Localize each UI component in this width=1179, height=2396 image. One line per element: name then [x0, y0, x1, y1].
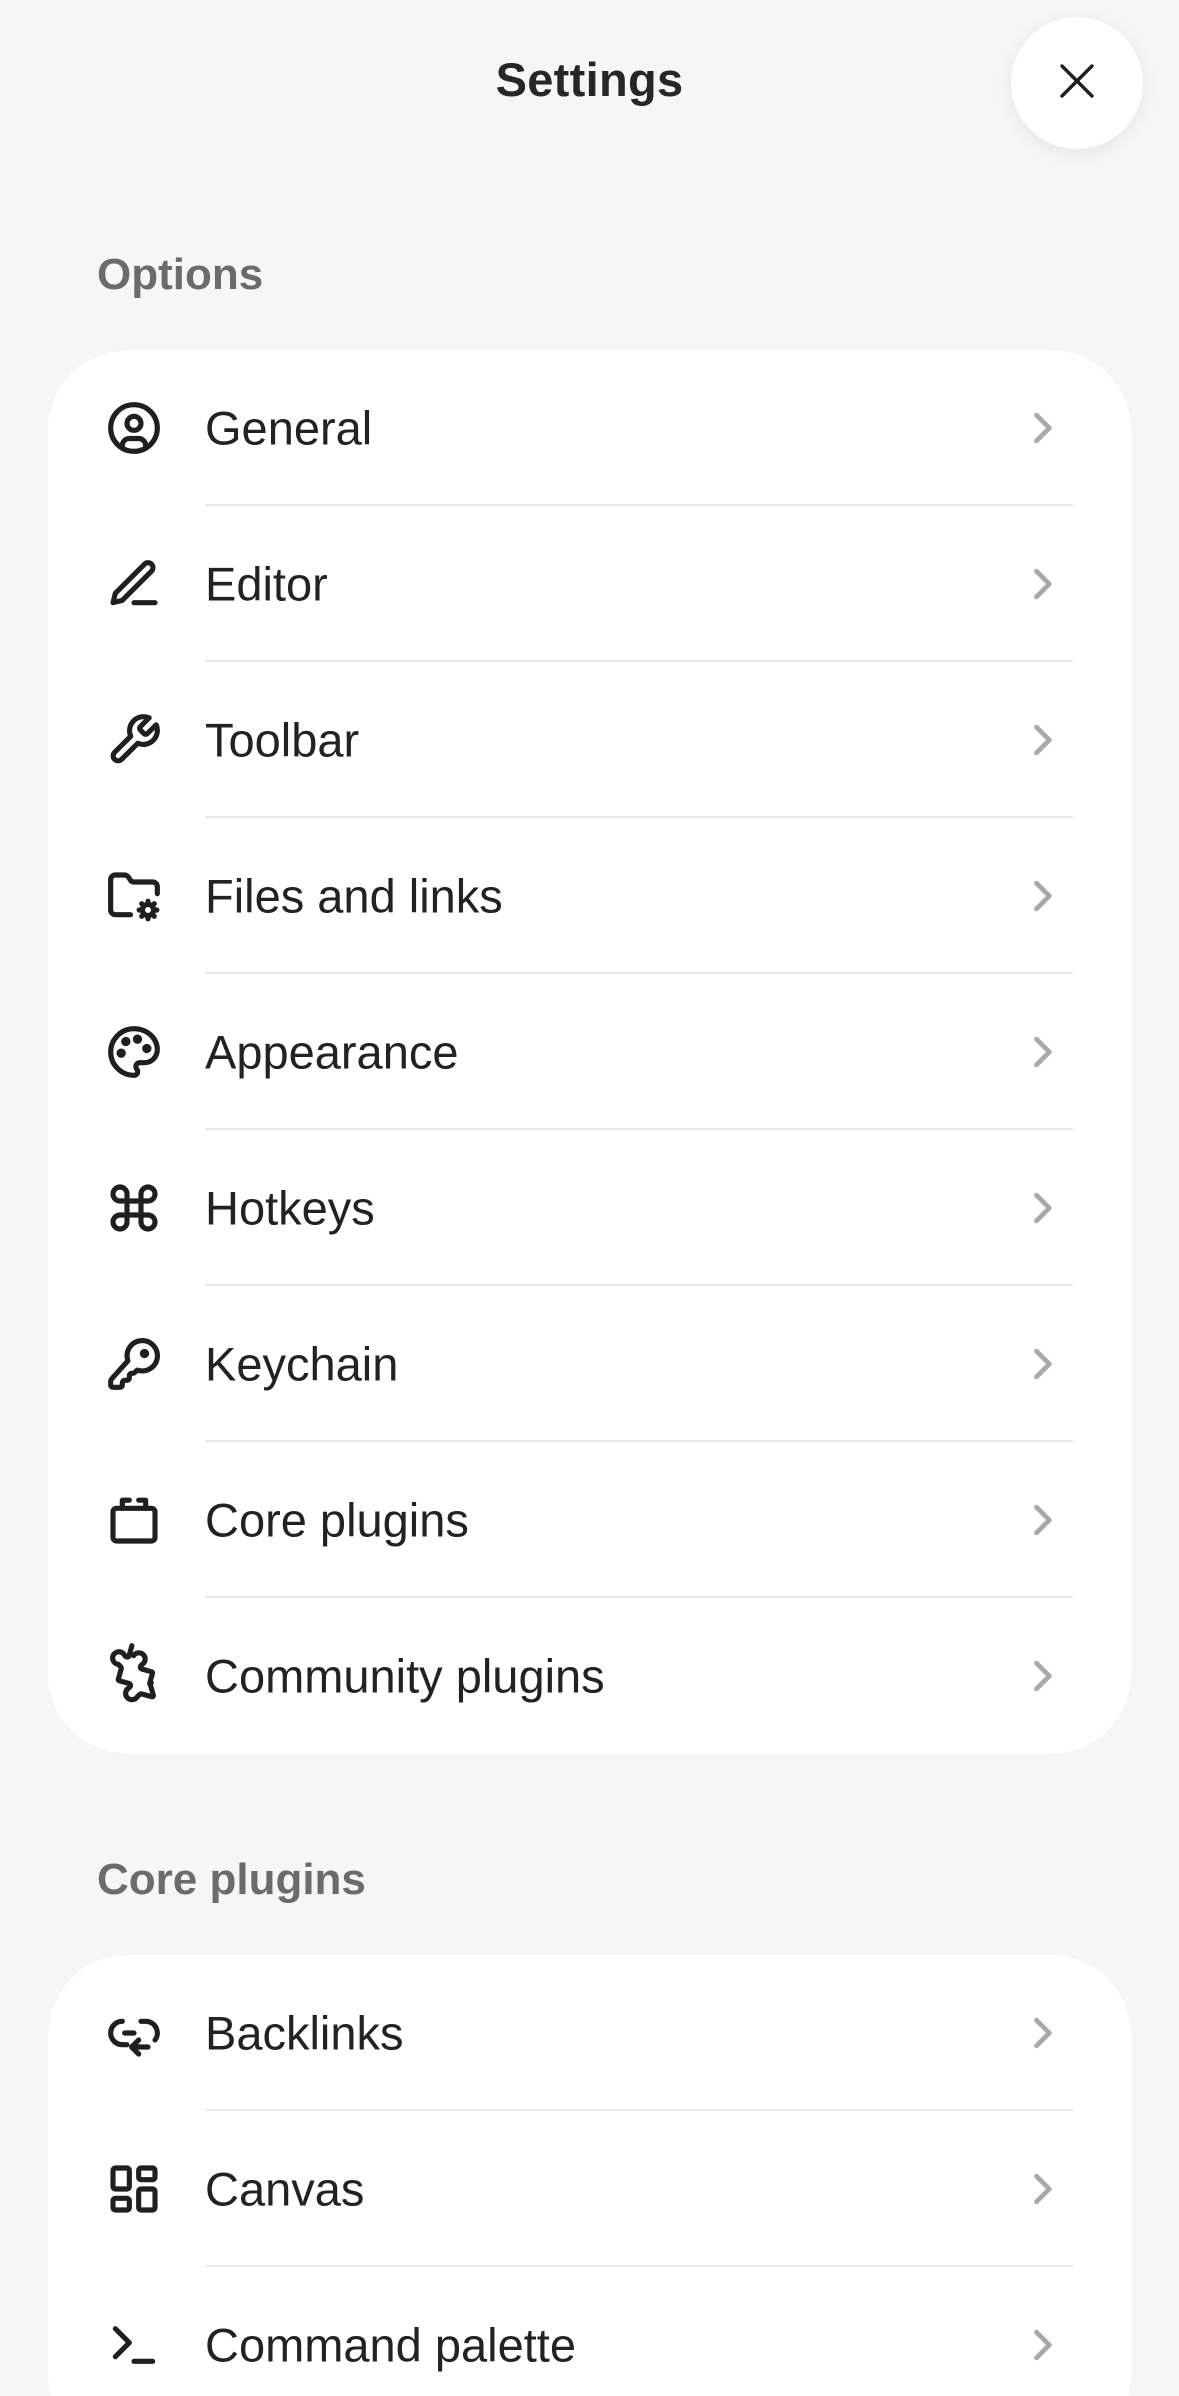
chevron-right-icon — [1020, 1030, 1064, 1074]
folder-cog-icon — [106, 868, 162, 924]
chevron-right-icon — [1020, 406, 1064, 450]
settings-item-toolbar[interactable]: Toolbar — [48, 662, 1131, 818]
layout-dashboard-icon — [106, 2161, 162, 2217]
settings-item-editor[interactable]: Editor — [48, 506, 1131, 662]
settings-item-label: Appearance — [205, 1025, 459, 1079]
settings-page: Settings Options General Editor Toolbar … — [0, 0, 1179, 2396]
chevron-right-icon — [1020, 2167, 1064, 2211]
settings-item-files-and-links[interactable]: Files and links — [48, 818, 1131, 974]
chevron-right-icon — [1020, 1342, 1064, 1386]
box-icon — [106, 1492, 162, 1548]
pencil-icon — [106, 556, 162, 612]
settings-item-keychain[interactable]: Keychain — [48, 1286, 1131, 1442]
page-title: Settings — [495, 53, 684, 106]
settings-item-label: Toolbar — [205, 713, 360, 767]
puzzle-icon — [106, 1643, 162, 1704]
chevron-right-icon — [1020, 562, 1064, 606]
section-label-options: Options — [97, 250, 264, 299]
chevron-right-icon — [1020, 1654, 1064, 1698]
backlink-icon — [106, 2005, 162, 2061]
settings-item-label: Editor — [205, 557, 328, 611]
settings-item-hotkeys[interactable]: Hotkeys — [48, 1130, 1131, 1286]
settings-item-command-palette[interactable]: Command palette — [48, 2267, 1131, 2396]
chevron-right-icon — [1020, 1186, 1064, 1230]
settings-header: Settings — [0, 0, 1179, 170]
section-label-core-plugins: Core plugins — [97, 1855, 366, 1904]
close-button[interactable] — [1011, 17, 1143, 149]
core-plugins-card: Backlinks Canvas Command palette — [48, 1955, 1131, 2396]
settings-item-backlinks[interactable]: Backlinks — [48, 1955, 1131, 2111]
command-icon — [106, 1180, 162, 1236]
options-card: General Editor Toolbar Files and links A… — [48, 350, 1131, 1754]
settings-item-label: Files and links — [205, 869, 503, 923]
settings-item-community-plugins[interactable]: Community plugins — [48, 1598, 1131, 1754]
settings-item-appearance[interactable]: Appearance — [48, 974, 1131, 1130]
settings-item-label: Hotkeys — [205, 1181, 375, 1235]
settings-item-label: Core plugins — [205, 1493, 469, 1547]
key-icon — [106, 1336, 162, 1392]
settings-item-label: Canvas — [205, 2162, 365, 2216]
settings-item-label: Keychain — [205, 1337, 399, 1391]
settings-item-core-plugins[interactable]: Core plugins — [48, 1442, 1131, 1598]
chevron-right-icon — [1020, 874, 1064, 918]
terminal-icon — [106, 2317, 162, 2373]
chevron-right-icon — [1020, 2011, 1064, 2055]
palette-icon — [106, 1024, 162, 1080]
settings-item-label: Command palette — [205, 2318, 576, 2372]
settings-item-label: General — [205, 401, 373, 455]
settings-item-canvas[interactable]: Canvas — [48, 2111, 1131, 2267]
settings-item-general[interactable]: General — [48, 350, 1131, 506]
chevron-right-icon — [1020, 1498, 1064, 1542]
settings-item-label: Community plugins — [205, 1649, 605, 1703]
chevron-right-icon — [1020, 2323, 1064, 2367]
user-circle-icon — [106, 400, 162, 456]
chevron-right-icon — [1020, 718, 1064, 762]
close-icon — [1053, 57, 1101, 110]
wrench-icon — [106, 712, 162, 768]
settings-item-label: Backlinks — [205, 2006, 404, 2060]
